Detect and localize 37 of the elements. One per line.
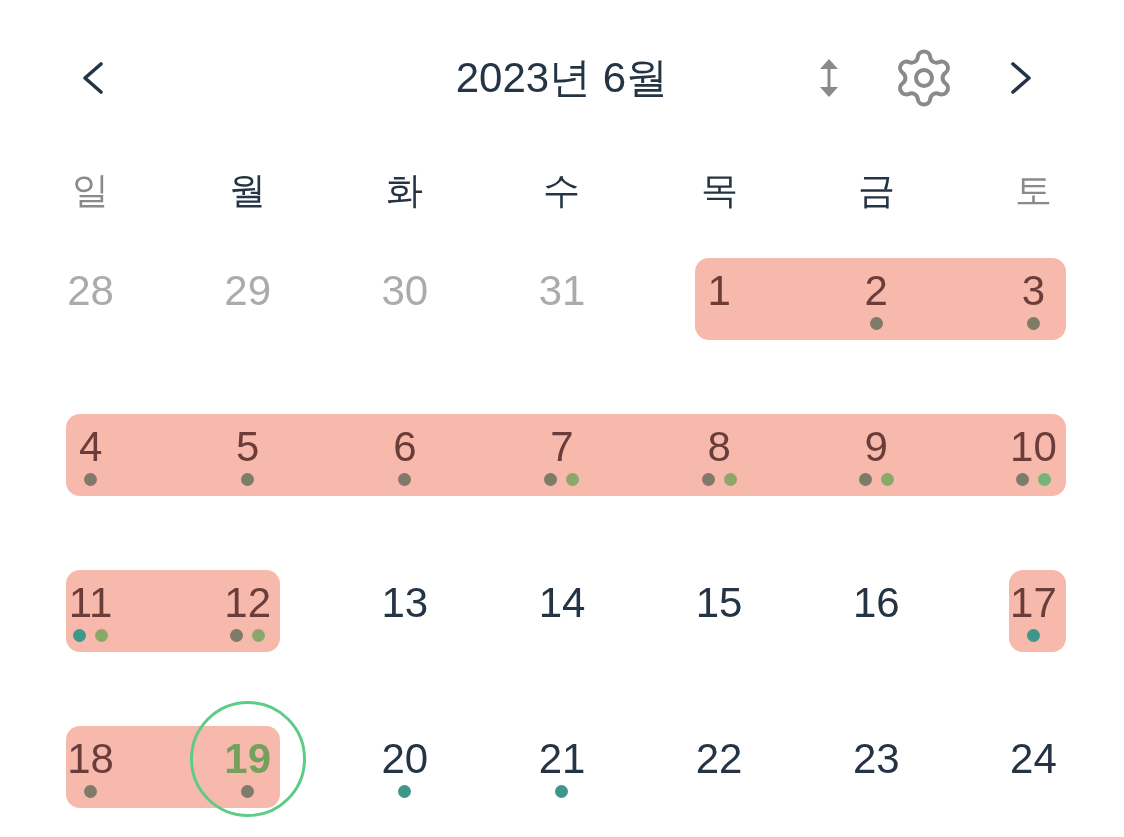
day-number[interactable]: 10 bbox=[1010, 426, 1057, 468]
day-number[interactable]: 14 bbox=[538, 582, 586, 624]
next-month-button[interactable] bbox=[1008, 61, 1034, 95]
day-number[interactable]: 5 bbox=[236, 426, 260, 468]
day-number[interactable]: 3 bbox=[1021, 270, 1046, 312]
month-title: 2023년 6월 bbox=[455, 57, 669, 99]
up-down-arrow-icon bbox=[818, 59, 840, 97]
weekday-label: 토 bbox=[1014, 172, 1052, 209]
day-number[interactable]: 17 bbox=[1010, 582, 1057, 624]
weekday-label: 화 bbox=[386, 172, 424, 209]
day-number[interactable]: 16 bbox=[852, 582, 900, 624]
day-number[interactable]: 20 bbox=[381, 738, 429, 780]
day-number[interactable]: 22 bbox=[695, 738, 743, 780]
day-number[interactable]: 13 bbox=[381, 582, 429, 624]
day-number[interactable]: 1 bbox=[707, 270, 731, 312]
day-number[interactable]: 4 bbox=[78, 426, 103, 468]
day-number[interactable]: 8 bbox=[707, 426, 731, 468]
day-number[interactable]: 23 bbox=[852, 738, 900, 780]
day-number[interactable]: 18 bbox=[67, 738, 114, 780]
weekday-label: 목 bbox=[700, 172, 738, 209]
day-number[interactable]: 24 bbox=[1010, 738, 1057, 780]
day-number[interactable]: 9 bbox=[864, 426, 888, 468]
row-height-toggle-button[interactable] bbox=[818, 59, 840, 97]
day-number[interactable]: 11 bbox=[68, 582, 113, 624]
weekday-label: 수 bbox=[543, 172, 581, 209]
day-number[interactable]: 12 bbox=[224, 582, 272, 624]
day-number[interactable]: 2 bbox=[864, 270, 888, 312]
weekday-label: 금 bbox=[857, 172, 895, 209]
previous-month-button[interactable] bbox=[80, 61, 106, 95]
day-number[interactable]: 15 bbox=[695, 582, 743, 624]
weekday-label: 일 bbox=[72, 172, 110, 209]
day-number[interactable]: 6 bbox=[393, 426, 417, 468]
day-number[interactable]: 21 bbox=[538, 738, 586, 780]
chevron-left-icon bbox=[80, 61, 106, 95]
chevron-right-icon bbox=[1008, 61, 1034, 95]
day-number[interactable]: 7 bbox=[550, 426, 574, 468]
weekday-label: 월 bbox=[229, 172, 267, 209]
